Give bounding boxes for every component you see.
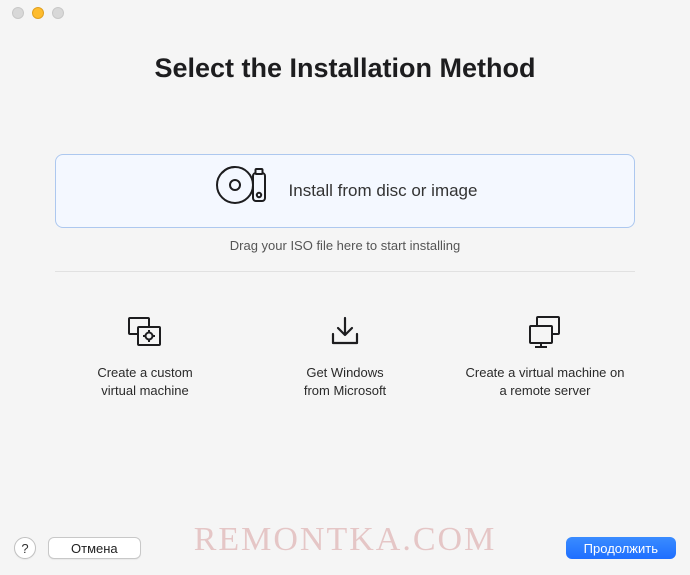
remote-vm-label: Create a virtual machine on a remote ser… xyxy=(466,364,625,399)
help-button[interactable]: ? xyxy=(14,537,36,559)
install-from-disc-label: Install from disc or image xyxy=(289,181,478,201)
get-windows-label: Get Windows from Microsoft xyxy=(304,364,386,399)
window-titlebar xyxy=(0,0,690,25)
options-row: Create a custom virtual machine Get Wind… xyxy=(55,312,635,399)
disc-usb-icon xyxy=(213,165,271,205)
install-from-disc-option[interactable]: Install from disc or image xyxy=(55,154,635,228)
custom-vm-icon xyxy=(126,312,164,352)
remote-server-icon xyxy=(526,312,564,352)
maximize-window-button[interactable] xyxy=(52,7,64,19)
remote-vm-option[interactable]: Create a virtual machine on a remote ser… xyxy=(455,312,635,399)
create-custom-vm-label: Create a custom virtual machine xyxy=(97,364,192,399)
minimize-window-button[interactable] xyxy=(32,7,44,19)
get-windows-option[interactable]: Get Windows from Microsoft xyxy=(255,312,435,399)
section-divider xyxy=(55,271,635,272)
continue-button[interactable]: Продолжить xyxy=(566,537,676,559)
close-window-button[interactable] xyxy=(12,7,24,19)
download-icon xyxy=(329,312,361,352)
page-title: Select the Installation Method xyxy=(0,53,690,84)
drop-hint-text: Drag your ISO file here to start install… xyxy=(0,238,690,253)
cancel-button[interactable]: Отмена xyxy=(48,537,141,559)
create-custom-vm-option[interactable]: Create a custom virtual machine xyxy=(55,312,235,399)
window-footer: ? Отмена Продолжить xyxy=(0,533,690,563)
